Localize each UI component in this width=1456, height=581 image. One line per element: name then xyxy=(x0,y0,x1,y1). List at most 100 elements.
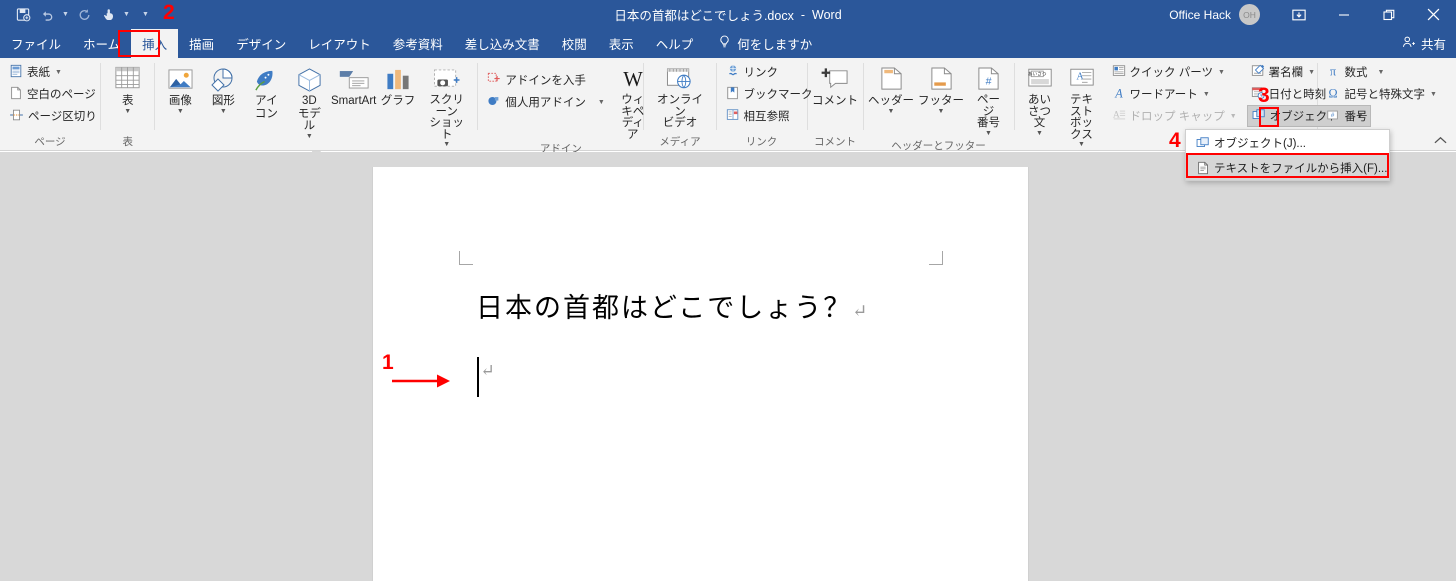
ribbon-button-online-video[interactable]: オンライン ビデオ xyxy=(649,61,710,130)
tell-me-box[interactable]: 何をしますか xyxy=(704,29,822,58)
ribbon-label: 記号と特殊文字 xyxy=(1344,89,1425,101)
chevron-down-icon[interactable]: ▼ xyxy=(55,69,62,76)
ribbon-label: グラフ xyxy=(380,95,416,107)
ribbon-button-bookmark[interactable]: ブックマーク xyxy=(722,83,817,105)
document-page[interactable]: 日本の首都はどこでしょう？↵ ↵ xyxy=(372,167,1029,581)
share-button[interactable]: 共有 xyxy=(1402,29,1446,58)
tab-layout[interactable]: レイアウト xyxy=(297,29,382,58)
ribbon-button-cover-page[interactable]: 表紙 ▼ xyxy=(5,61,101,83)
ribbon-button-number[interactable]: # 番号 xyxy=(1322,105,1440,127)
ribbon-button-header[interactable]: ヘッダー ▼ xyxy=(868,61,914,116)
ribbon-button-smartart[interactable]: SmartArt xyxy=(331,61,376,108)
ribbon-button-quick-parts[interactable]: クイック パーツ ▼ xyxy=(1108,61,1241,83)
page-number-icon: # xyxy=(976,63,1001,93)
chevron-down-icon[interactable]: ▼ xyxy=(888,108,895,116)
save-icon[interactable] xyxy=(12,4,34,26)
header-icon xyxy=(879,63,904,93)
cross-reference-icon xyxy=(726,108,740,125)
ribbon-button-symbol[interactable]: Ω 記号と特殊文字 ▼ xyxy=(1322,83,1440,105)
app-name: Word xyxy=(812,7,842,22)
tab-design[interactable]: デザイン xyxy=(225,29,297,58)
ribbon-button-cross-reference[interactable]: 相互参照 xyxy=(722,105,817,127)
document-cursor[interactable] xyxy=(477,357,479,397)
svg-text:π: π xyxy=(1330,64,1336,78)
chevron-down-icon[interactable]: ▼ xyxy=(1036,130,1043,138)
ribbon-button-page-number[interactable]: # ページ 番号 ▼ xyxy=(969,61,1009,138)
ribbon-label: 空白のページ xyxy=(27,89,96,101)
ribbon-label: 画像 xyxy=(168,95,192,107)
chevron-down-icon[interactable]: ▼ xyxy=(1430,91,1437,98)
ribbon-button-icons[interactable]: アイ コン xyxy=(246,61,286,120)
chevron-down-icon[interactable]: ▼ xyxy=(1203,91,1210,98)
ribbon-button-blank-page[interactable]: 空白のページ xyxy=(5,83,101,105)
ribbon-button-get-addins[interactable]: アドインを入手 xyxy=(483,69,608,91)
avatar[interactable]: OH xyxy=(1239,4,1260,25)
ribbon-button-drop-cap: A ドロップ キャップ ▼ xyxy=(1108,105,1241,127)
paragraph-mark-icon: ↵ xyxy=(852,301,870,321)
account-name[interactable]: Office Hack xyxy=(1169,8,1231,22)
chevron-down-icon[interactable]: ▼ xyxy=(1078,141,1085,149)
minimize-icon[interactable] xyxy=(1321,0,1366,29)
chevron-down-icon[interactable]: ▼ xyxy=(598,99,605,106)
tab-file[interactable]: ファイル xyxy=(0,29,72,58)
menu-item-object[interactable]: オブジェクト(J)... xyxy=(1186,130,1389,155)
chevron-down-icon[interactable]: ▼ xyxy=(985,130,992,138)
ribbon-button-shapes[interactable]: 図形 ▼ xyxy=(203,61,243,116)
svg-text:あいさつ: あいさつ xyxy=(1027,71,1046,78)
customize-qat-icon[interactable]: ▼ xyxy=(140,4,151,26)
redo-icon[interactable] xyxy=(73,4,95,26)
ribbon-label: 個人用アドイン xyxy=(505,97,586,109)
ribbon-display-options-icon[interactable] xyxy=(1276,0,1321,29)
ribbon-button-wordart[interactable]: A ワードアート ▼ xyxy=(1108,83,1241,105)
ribbon-label: 番号 xyxy=(1344,111,1368,123)
tab-draw[interactable]: 描画 xyxy=(178,29,225,58)
signature-line-icon xyxy=(1251,64,1265,81)
close-icon[interactable] xyxy=(1411,0,1456,29)
chevron-down-icon[interactable]: ▼ xyxy=(443,141,450,149)
touch-mode-icon[interactable] xyxy=(97,4,119,26)
ribbon-button-page-break[interactable]: ページ区切り xyxy=(5,105,101,127)
svg-text:#: # xyxy=(986,75,992,87)
blank-page-icon xyxy=(9,86,23,103)
ribbon-group-media: オンライン ビデオ メディア xyxy=(644,58,715,151)
tab-review[interactable]: 校閲 xyxy=(551,29,598,58)
ribbon-button-equation[interactable]: π 数式 ▼ xyxy=(1322,61,1440,83)
ribbon-button-screenshot[interactable]: スクリーン ショット ▼ xyxy=(421,61,472,149)
chevron-down-icon[interactable]: ▼ xyxy=(124,108,131,116)
ribbon-label: アドインを入手 xyxy=(505,75,586,87)
undo-icon[interactable] xyxy=(36,4,58,26)
ribbon-button-footer[interactable]: フッター ▼ xyxy=(918,61,964,116)
chevron-down-icon[interactable]: ▼ xyxy=(306,133,313,141)
ribbon-button-comment[interactable]: コメント xyxy=(812,61,858,108)
undo-dropdown-icon[interactable]: ▼ xyxy=(60,4,71,26)
drop-cap-icon: A xyxy=(1112,108,1126,125)
ribbon-button-my-addins[interactable]: 個人用アドイン ▼ xyxy=(483,91,608,113)
menu-item-label: オブジェクト(J)... xyxy=(1214,137,1306,150)
ribbon-button-text-box[interactable]: A テキスト ボックス ▼ xyxy=(1062,61,1102,149)
chevron-down-icon[interactable]: ▼ xyxy=(1218,69,1225,76)
chevron-down-icon[interactable]: ▼ xyxy=(1308,69,1315,76)
chevron-down-icon[interactable]: ▼ xyxy=(177,108,184,116)
document-title: 日本の首都はどこでしょう.docx xyxy=(614,9,794,23)
ribbon-button-greeting-text[interactable]: あいさつ あいさつ 文 ▼ xyxy=(1020,61,1060,138)
tab-references[interactable]: 参考資料 xyxy=(382,29,454,58)
bookmark-icon xyxy=(726,86,740,103)
touch-mode-dropdown-icon[interactable]: ▼ xyxy=(121,4,132,26)
tab-mailings[interactable]: 差し込み文書 xyxy=(454,29,551,58)
ribbon-button-3d-model[interactable]: 3D モデル ▼ xyxy=(289,61,329,141)
chevron-down-icon[interactable]: ▼ xyxy=(1377,69,1384,76)
ribbon-button-chart[interactable]: グラフ xyxy=(378,61,418,108)
chevron-down-icon[interactable]: ▼ xyxy=(938,108,945,116)
restore-icon[interactable] xyxy=(1366,0,1411,29)
equation-icon: π xyxy=(1326,64,1340,81)
ribbon-button-table[interactable]: 表 ▼ xyxy=(108,61,148,116)
ribbon-button-link[interactable]: リンク xyxy=(722,61,817,83)
chevron-down-icon[interactable]: ▼ xyxy=(220,108,227,116)
tab-view[interactable]: 表示 xyxy=(598,29,645,58)
collapse-ribbon-icon[interactable] xyxy=(1434,134,1447,148)
ribbon-group-header-footer: ヘッダー ▼ フッター ▼ # ページ 番号 ▼ ヘッダーとフッター xyxy=(864,58,1014,152)
tab-help[interactable]: ヘルプ xyxy=(645,29,705,58)
ribbon-button-pictures[interactable]: 画像 ▼ xyxy=(160,61,200,116)
ribbon-label: オンライン ビデオ xyxy=(656,94,703,129)
ribbon-label: リンク xyxy=(743,67,779,79)
